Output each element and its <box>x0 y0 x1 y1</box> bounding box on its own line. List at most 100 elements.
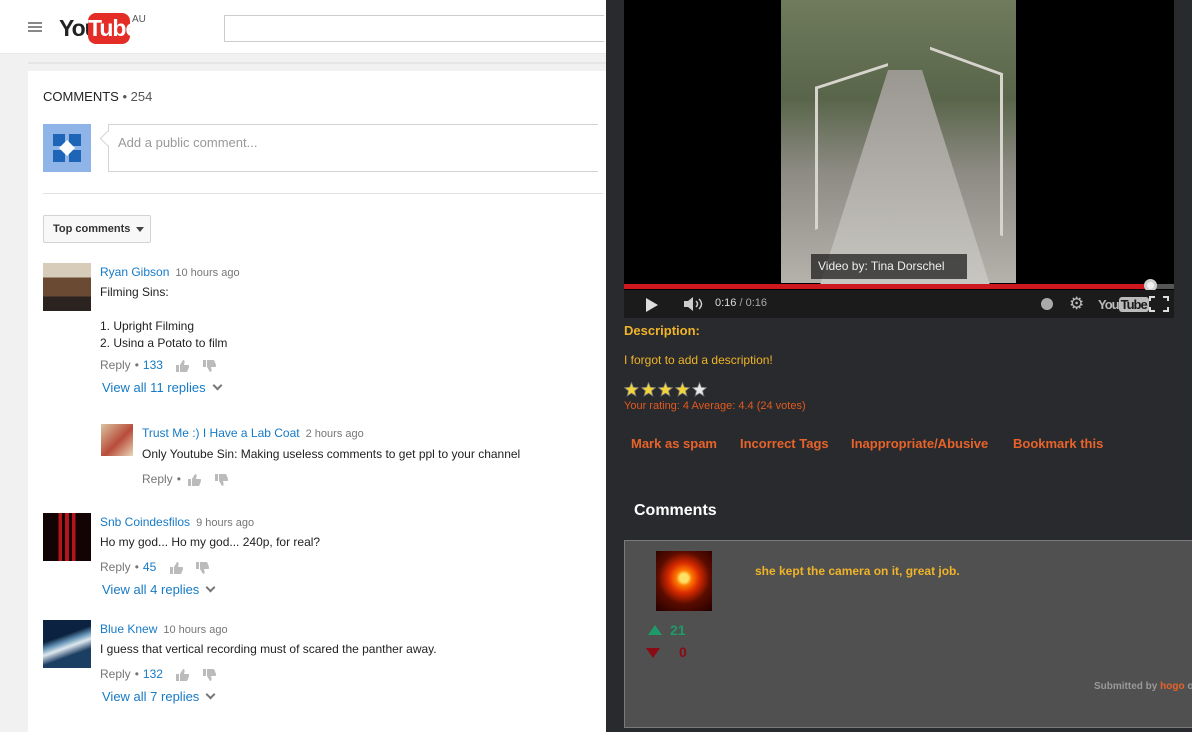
avatar[interactable] <box>43 263 91 311</box>
thumbs-down-icon[interactable] <box>195 561 209 574</box>
comment-text: Ho my god... Ho my god... 240p, for real… <box>100 535 321 549</box>
comment-text: 2. Using a Potato to film <box>100 336 228 347</box>
view-replies-label[interactable]: View all 4 replies <box>102 582 199 597</box>
thumbs-up-icon[interactable] <box>169 561 183 574</box>
sort-label: Top comments <box>53 223 131 235</box>
like-count: 132 <box>142 667 163 681</box>
thumbs-up-icon[interactable] <box>188 473 202 486</box>
description-label: Description: <box>624 323 700 338</box>
submitter-link[interactable]: hogo <box>1160 681 1184 692</box>
thumbs-up-icon[interactable] <box>176 359 190 372</box>
comment-time[interactable]: 2 hours ago <box>306 428 364 440</box>
youtube-logo-tube[interactable]: Tube <box>88 13 138 44</box>
thumbs-down-icon[interactable] <box>214 473 228 486</box>
star-icon[interactable] <box>692 382 707 397</box>
view-replies-link[interactable]: View all 4 replies <box>102 582 216 597</box>
comment-input-placeholder[interactable]: Add a public comment... <box>118 135 257 150</box>
chevron-down-icon <box>205 582 216 593</box>
up-vote-count: 21 <box>670 622 686 638</box>
watch-later-icon[interactable] <box>1041 298 1053 310</box>
vote-up-icon[interactable] <box>648 625 662 635</box>
video-railing-right <box>930 46 1003 237</box>
time-display: 0:16 / 0:16 <box>715 297 767 309</box>
comment-author[interactable]: Trust Me :) I Have a Lab Coat <box>142 426 300 440</box>
comment-actions: Reply • <box>142 472 238 486</box>
divider <box>43 193 603 194</box>
youtube-region-label: AU <box>132 14 146 25</box>
sort-comments-button[interactable]: Top comments <box>43 215 151 243</box>
inappropriate-link[interactable]: Inappropriate/Abusive <box>851 436 988 451</box>
star-icon[interactable] <box>658 382 673 397</box>
comment-actions: Reply • 133 <box>100 358 226 372</box>
like-count: 133 <box>142 358 163 372</box>
play-icon[interactable] <box>646 298 658 312</box>
thumbs-down-icon[interactable] <box>202 668 216 681</box>
separator: • <box>176 472 181 486</box>
rating-stars[interactable] <box>624 382 709 398</box>
submitted-prefix: Submitted by <box>1094 681 1158 692</box>
volume-icon[interactable] <box>683 296 705 312</box>
youtube-pane: You Tube AU COMMENTS • 254 Add a public … <box>0 0 606 732</box>
comment-time[interactable]: 10 hours ago <box>163 624 227 636</box>
avatar[interactable] <box>43 513 91 561</box>
star-icon[interactable] <box>624 382 639 397</box>
comment-actions: Reply • 45 <box>100 560 219 574</box>
comment-header: Ryan Gibson 10 hours ago <box>100 265 240 279</box>
comment-text: she kept the camera on it, great job. <box>755 564 960 578</box>
avatar[interactable] <box>43 620 91 668</box>
player-controls <box>624 290 1174 318</box>
reply-button[interactable]: Reply <box>100 560 131 574</box>
view-replies-label[interactable]: View all 7 replies <box>102 689 199 704</box>
comment-text: I guess that vertical recording must of … <box>100 642 437 656</box>
vote-down-icon[interactable] <box>646 648 660 658</box>
time-separator: / <box>736 297 746 309</box>
comment-time[interactable]: 9 hours ago <box>196 517 254 529</box>
card-divider <box>28 62 606 64</box>
comments-count: • 254 <box>122 89 153 104</box>
comment-text: Only Youtube Sin: Making useless comment… <box>142 447 521 461</box>
progress-bar-fill <box>624 284 1150 289</box>
reply-button[interactable]: Reply <box>100 358 131 372</box>
comment-author[interactable]: Snb Coindesfilos <box>100 515 190 529</box>
comment-text: 1. Upright Filming <box>100 319 195 333</box>
separator: • <box>134 560 139 574</box>
view-replies-link[interactable]: View all 7 replies <box>102 689 216 704</box>
avatar[interactable] <box>101 424 133 456</box>
mark-as-spam-link[interactable]: Mark as spam <box>631 436 717 451</box>
view-replies-link[interactable]: View all 11 replies <box>102 380 223 395</box>
star-icon[interactable] <box>641 382 656 397</box>
comment-header: Blue Knew 10 hours ago <box>100 622 228 636</box>
comments-heading: COMMENTS • 254 <box>43 89 152 104</box>
view-replies-label[interactable]: View all 11 replies <box>102 380 206 395</box>
comment-author[interactable]: Ryan Gibson <box>100 265 169 279</box>
star-icon[interactable] <box>675 382 690 397</box>
explosion-avatar <box>656 551 712 611</box>
rating-summary: Your rating: 4 Average: 4.4 (24 votes) <box>624 400 806 412</box>
comment-actions: Reply • 132 <box>100 667 226 681</box>
yt-mark-you: You <box>1098 297 1120 312</box>
video-credit: Video by: Tina Dorschel <box>811 254 967 279</box>
chevron-down-icon <box>212 380 223 391</box>
thumbs-up-icon[interactable] <box>176 668 190 681</box>
comment-author[interactable]: Blue Knew <box>100 622 157 636</box>
gear-icon[interactable]: ⚙ <box>1069 295 1084 312</box>
separator: • <box>134 358 139 372</box>
menu-icon[interactable] <box>28 22 42 32</box>
yt-mark-tube: Tube <box>1118 297 1149 312</box>
search-input[interactable] <box>224 15 604 42</box>
fullscreen-icon[interactable] <box>1149 296 1169 312</box>
bookmark-link[interactable]: Bookmark this <box>1013 436 1103 451</box>
reply-button[interactable]: Reply <box>142 472 173 486</box>
separator: • <box>134 667 139 681</box>
reply-button[interactable]: Reply <box>100 667 131 681</box>
thumbs-down-icon[interactable] <box>202 359 216 372</box>
description-text: I forgot to add a description! <box>624 353 773 367</box>
video-railing-left <box>815 63 888 230</box>
incorrect-tags-link[interactable]: Incorrect Tags <box>740 436 829 451</box>
caret-down-icon <box>136 226 145 232</box>
comment-text: Filming Sins: <box>100 285 169 299</box>
youtube-watermark-icon[interactable]: You Tube <box>1098 297 1149 312</box>
comment-header: Snb Coindesfilos 9 hours ago <box>100 515 254 529</box>
comment-time[interactable]: 10 hours ago <box>175 267 239 279</box>
like-count: 45 <box>142 560 157 574</box>
